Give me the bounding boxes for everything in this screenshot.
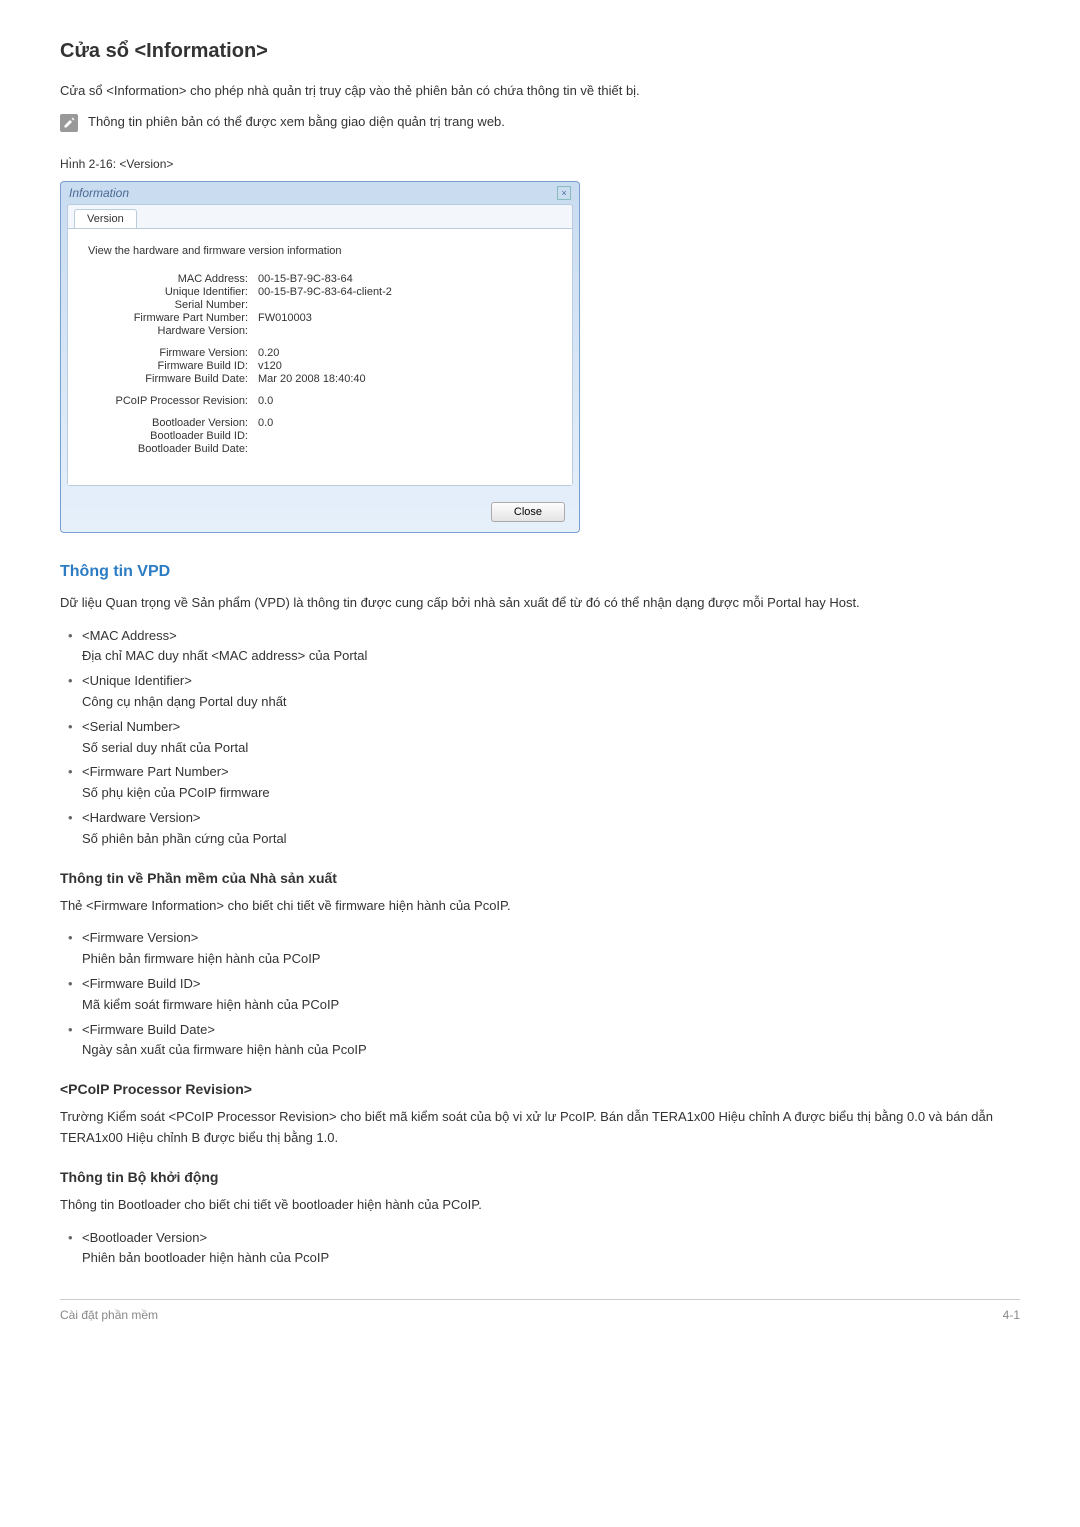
list-item-desc: Công cụ nhận dạng Portal duy nhất (82, 692, 1020, 713)
kv-label: Hardware Version: (88, 325, 258, 337)
kv-value: Mar 20 2008 18:40:40 (258, 373, 366, 385)
footer-left: Cài đặt phần mềm (60, 1308, 158, 1322)
kv-value: 00-15-B7-9C-83-64-client-2 (258, 286, 392, 298)
kv-value: 0.0 (258, 417, 273, 429)
list-item: <Serial Number>Số serial duy nhất của Po… (60, 717, 1020, 759)
footer-right: 4-1 (1003, 1308, 1020, 1322)
kv-value: v120 (258, 360, 282, 372)
kv-label: MAC Address: (88, 273, 258, 285)
note-icon (60, 114, 78, 132)
intro-text: Cửa sổ <Information> cho phép nhà quản t… (60, 81, 1020, 102)
list-item-term: <Serial Number> (82, 717, 1020, 738)
list-item-desc: Ngày sản xuất của firmware hiện hành của… (82, 1040, 1020, 1061)
list-item-desc: Phiên bản firmware hiện hành của PCoIP (82, 949, 1020, 970)
section-boot-heading: Thông tin Bộ khởi động (60, 1169, 1020, 1185)
section-firmware-desc: Thẻ <Firmware Information> cho biết chi … (60, 896, 1020, 917)
list-item-term: <Firmware Build ID> (82, 974, 1020, 995)
list-item-desc: Số phụ kiện của PCoIP firmware (82, 783, 1020, 804)
dialog-group-bootloader: Bootloader Version:0.0 Bootloader Build … (88, 417, 552, 455)
list-item: <Firmware Part Number>Số phụ kiện của PC… (60, 762, 1020, 804)
kv-value: 0.20 (258, 347, 279, 359)
list-item-term: <Firmware Part Number> (82, 762, 1020, 783)
kv-label: Firmware Build ID: (88, 360, 258, 372)
close-button[interactable]: Close (491, 502, 565, 522)
page-title: Cửa sổ <Information> (60, 40, 1020, 63)
figure-caption: Hı̀nh 2-16: <Version> (60, 157, 1020, 171)
kv-label: PCoIP Processor Revision: (88, 395, 258, 407)
section-firmware-heading: Thông tin về Phần mềm của Nhà sản xuất (60, 870, 1020, 886)
list-item-term: <Firmware Build Date> (82, 1020, 1020, 1041)
list-item-desc: Số phiên bản phần cứng của Portal (82, 829, 1020, 850)
kv-label: Bootloader Version: (88, 417, 258, 429)
kv-value: 0.0 (258, 395, 273, 407)
kv-label: Firmware Version: (88, 347, 258, 359)
dialog-intro: View the hardware and firmware version i… (88, 245, 552, 257)
kv-label: Firmware Part Number: (88, 312, 258, 324)
list-item-term: <Firmware Version> (82, 928, 1020, 949)
kv-label: Unique Identifier: (88, 286, 258, 298)
list-item: <Unique Identifier>Công cụ nhận dạng Por… (60, 671, 1020, 713)
kv-value: FW010003 (258, 312, 312, 324)
list-item-term: <Unique Identifier> (82, 671, 1020, 692)
firmware-list: <Firmware Version>Phiên bản firmware hiệ… (60, 928, 1020, 1061)
section-processor-heading: <PCoIP Processor Revision> (60, 1081, 1020, 1097)
section-vpd-desc: Dữ liệu Quan trọng về Sản phẩm (VPD) là … (60, 593, 1020, 614)
list-item-desc: Địa chỉ MAC duy nhất <MAC address> của P… (82, 646, 1020, 667)
section-boot-desc: Thông tin Bootloader cho biết chi tiết v… (60, 1195, 1020, 1216)
kv-label: Serial Number: (88, 299, 258, 311)
dialog-group-firmware: Firmware Version:0.20 Firmware Build ID:… (88, 347, 552, 385)
dialog-title: Information (69, 186, 129, 200)
dialog-group-vpd: MAC Address:00-15-B7-9C-83-64 Unique Ide… (88, 273, 552, 337)
list-item-desc: Số serial duy nhất của Portal (82, 738, 1020, 759)
tab-version[interactable]: Version (74, 209, 137, 228)
kv-label: Bootloader Build Date: (88, 443, 258, 455)
vpd-list: <MAC Address>Địa chỉ MAC duy nhất <MAC a… (60, 626, 1020, 850)
list-item-term: <MAC Address> (82, 626, 1020, 647)
boot-list: <Bootloader Version>Phiên bản bootloader… (60, 1228, 1020, 1270)
kv-value: 00-15-B7-9C-83-64 (258, 273, 353, 285)
list-item: <Hardware Version>Số phiên bản phần cứng… (60, 808, 1020, 850)
list-item: <MAC Address>Địa chỉ MAC duy nhất <MAC a… (60, 626, 1020, 668)
list-item: <Firmware Version>Phiên bản firmware hiệ… (60, 928, 1020, 970)
list-item: <Firmware Build ID>Mã kiểm soát firmware… (60, 974, 1020, 1016)
information-dialog: Information × Version View the hardware … (60, 181, 580, 533)
list-item: <Bootloader Version>Phiên bản bootloader… (60, 1228, 1020, 1270)
list-item-desc: Mã kiểm soát firmware hiện hành của PCoI… (82, 995, 1020, 1016)
section-processor-desc: Trường Kiểm soát <PCoIP Processor Revisi… (60, 1107, 1020, 1149)
list-item: <Firmware Build Date>Ngày sản xuất của f… (60, 1020, 1020, 1062)
note-text: Thông tin phiên bản có thể được xem bằng… (88, 114, 505, 129)
kv-label: Firmware Build Date: (88, 373, 258, 385)
list-item-term: <Hardware Version> (82, 808, 1020, 829)
list-item-desc: Phiên bản bootloader hiện hành của PcoIP (82, 1248, 1020, 1269)
list-item-term: <Bootloader Version> (82, 1228, 1020, 1249)
section-vpd-heading: Thông tin VPD (60, 563, 1020, 581)
dialog-group-processor: PCoIP Processor Revision:0.0 (88, 395, 552, 407)
close-icon[interactable]: × (557, 186, 571, 200)
kv-label: Bootloader Build ID: (88, 430, 258, 442)
